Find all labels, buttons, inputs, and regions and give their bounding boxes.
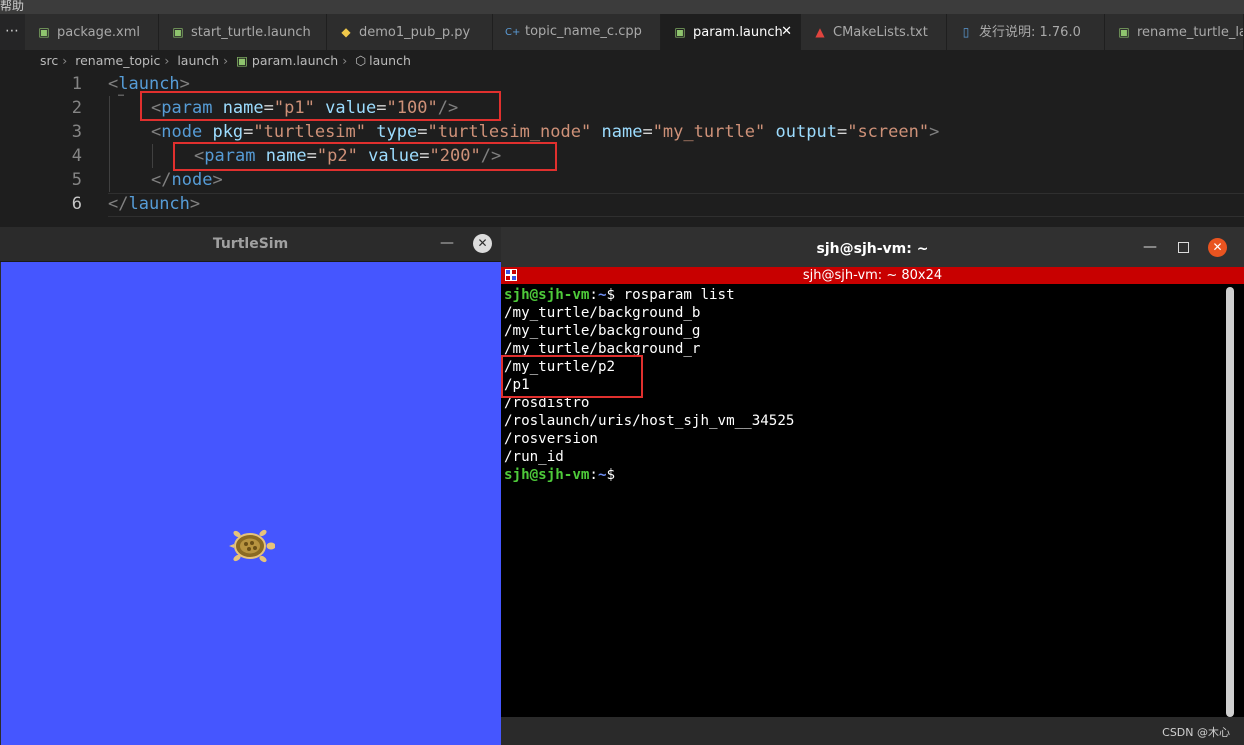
code-editor[interactable]: 1 2 3 4 5 6 … <launch> <param name="p1" … [0,72,1244,227]
tab-label: package.xml [57,25,140,40]
cpp-file-icon: C+ [505,27,521,38]
close-button[interactable]: ✕ [1208,238,1227,257]
tab-label: demo1_pub_p.py [359,25,471,40]
tab-package-xml[interactable]: ▣ package.xml [25,14,159,50]
current-line-highlight [108,193,1244,217]
chevron-right-icon: › [62,53,68,68]
line-number: 1 [71,74,82,94]
line-number: 2 [71,98,82,118]
terminal-command-line: sjh@sjh-vm:~$ rosparam list [504,287,735,303]
terminal-split-icon[interactable] [505,269,517,281]
terminal-window: sjh@sjh-vm: ~ — ✕ sjh@sjh-vm: ~ 80x24 sj… [501,227,1244,745]
breadcrumb-param-launch[interactable]: param.launch [252,53,338,68]
tab-cmakelists-txt[interactable]: ▲ CMakeLists.txt [801,14,947,50]
watermark: CSDN @木心 [1162,726,1230,739]
maximize-button[interactable] [1178,242,1189,253]
indent-guide [152,144,153,168]
tab-label: start_turtle.launch [191,25,311,40]
tab-label: rename_turtle_lau [1137,25,1244,40]
python-file-icon: ◆ [341,25,351,39]
terminal-status-text: sjh@sjh-vm: ~ 80x24 [802,268,943,283]
launch-file-icon: ▣ [1118,25,1130,39]
code-line-6: </launch> [108,194,201,214]
turtlesim-canvas [1,262,501,745]
breadcrumb: src › rename_topic › launch › ▣ param.launch… [0,50,1244,72]
breadcrumb-src[interactable]: src [40,53,58,68]
tab-label: 发行说明: 1.76.0 [979,25,1081,40]
editor-tab-bar: ⋯ ▣ package.xml ▣ start_turtle.launch ◆ dem… [0,14,1244,50]
line-number: 4 [71,146,82,166]
terminal-scrollbar[interactable] [1226,287,1234,717]
minimize-button[interactable]: — [1143,239,1157,255]
chevron-right-icon: › [164,53,170,68]
xml-file-icon: ▣ [38,25,50,39]
line-number: 3 [71,122,82,142]
menu-help[interactable]: 帮助 [0,0,24,14]
launch-file-icon: ▣ [236,53,248,68]
tab-rename-turtle-launch[interactable]: ▣ rename_turtle_lau [1105,14,1244,50]
indent-guide [109,96,110,192]
tab-start-turtle-launch[interactable]: ▣ start_turtle.launch [159,14,327,50]
highlight-box-param-p1 [140,91,501,121]
turtlesim-window: TurtleSim — ✕ [0,227,501,745]
terminal-output-line: /rosversion [504,431,598,447]
highlight-box-param-p2 [173,142,557,171]
chevron-right-icon: › [223,53,229,68]
tab-label: topic_name_c.cpp [525,24,642,39]
launch-file-icon: ▣ [172,25,184,39]
cmake-file-icon: ▲ [815,25,825,39]
tab-label: param.launch [693,25,783,40]
more-actions-icon[interactable]: ⋯ [0,14,24,50]
document-icon: ▯ [962,25,970,39]
terminal-output-line: /my_turtle/background_g [504,323,701,339]
launch-file-icon: ▣ [674,25,686,39]
breadcrumb-rename-topic[interactable]: rename_topic [75,53,160,68]
window-title: sjh@sjh-vm: ~ [816,241,929,257]
turtlesim-titlebar[interactable]: TurtleSim — ✕ [0,227,501,262]
terminal-titlebar[interactable]: sjh@sjh-vm: ~ — ✕ [501,227,1244,267]
tab-label: CMakeLists.txt [833,25,928,40]
symbol-element-icon: ⬡ [355,53,367,68]
code-line-5: </node> [151,170,223,190]
terminal-output-line: /roslaunch/uris/host_sjh_vm__34525 [504,413,795,429]
turtle-icon [229,529,275,563]
close-tab-icon[interactable]: ✕ [781,14,792,50]
code-line-3: <node pkg="turtlesim" type="turtlesim_no… [151,122,940,142]
close-button[interactable]: ✕ [473,234,492,253]
tab-release-notes[interactable]: ▯ 发行说明: 1.76.0 [947,14,1105,50]
terminal-output-line: /run_id [504,449,564,465]
tab-topic-name-c-cpp[interactable]: C+ topic_name_c.cpp [493,14,661,50]
tab-param-launch[interactable]: ▣ param.launch ✕ [661,14,801,50]
breadcrumb-launch-element[interactable]: launch [369,53,411,68]
tab-demo1-pub-p-py[interactable]: ◆ demo1_pub_p.py [327,14,493,50]
terminal-output-line: /my_turtle/background_b [504,305,701,321]
terminal-status-bar: sjh@sjh-vm: ~ 80x24 [501,267,1244,284]
line-number: 5 [71,170,82,190]
menu-bar: 帮助 [0,0,1244,14]
terminal-prompt-line: sjh@sjh-vm:~$ [504,467,616,483]
minimize-button[interactable]: — [440,227,454,259]
window-title: TurtleSim [212,236,289,252]
line-number: 6 [71,194,82,214]
breadcrumb-launch-folder[interactable]: launch [177,53,219,68]
chevron-right-icon: › [342,53,348,68]
highlight-box-params [501,355,643,398]
terminal-bottom-bar: CSDN @木心 [501,717,1244,745]
